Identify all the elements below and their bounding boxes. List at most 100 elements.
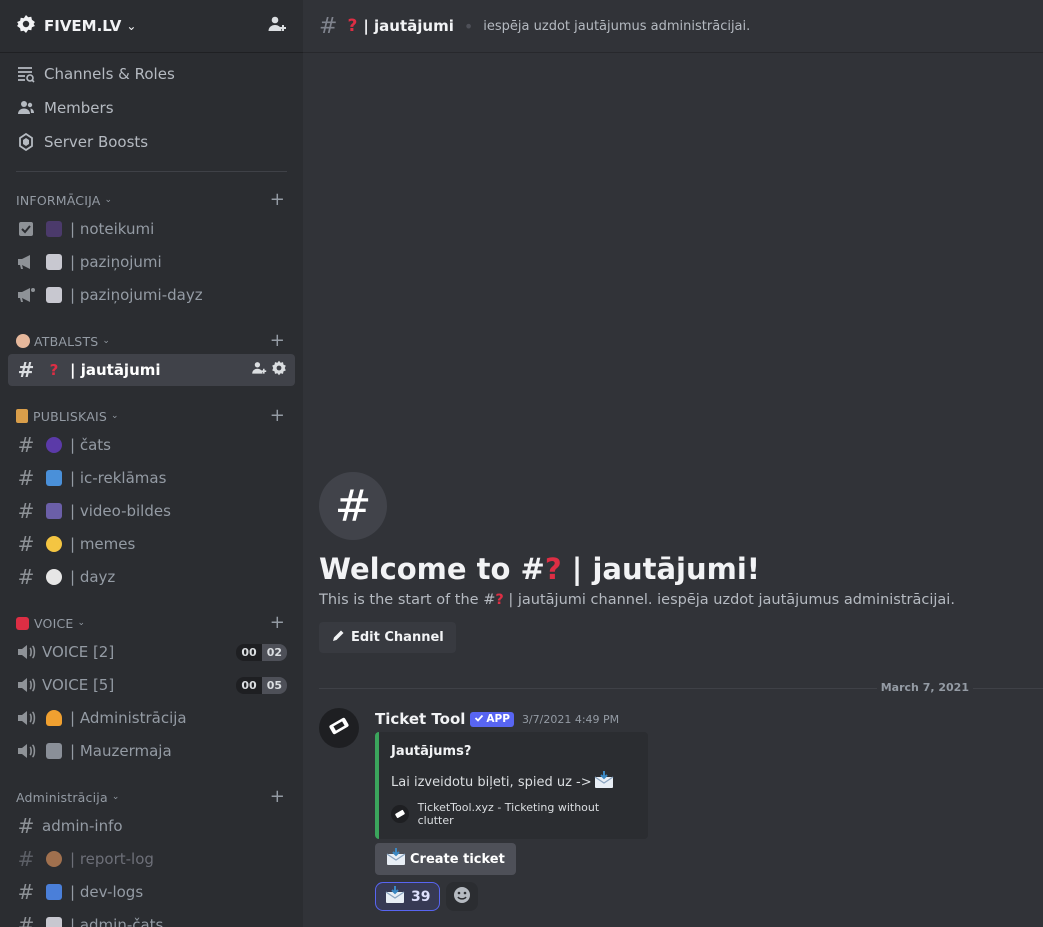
category-label: ATBALSTS xyxy=(34,333,99,349)
channel-report-log[interactable]: # | report-log xyxy=(8,843,295,875)
category-label: PUBLISKAIS xyxy=(33,408,107,424)
voice-channel-voice-5[interactable]: VOICE [5] 00 05 xyxy=(8,669,295,701)
check-icon xyxy=(474,713,484,726)
speaker-icon xyxy=(16,642,36,662)
category-publiskais[interactable]: PUBLISKAIS ⌄ + xyxy=(0,404,303,428)
sidebar-divider xyxy=(16,171,287,172)
welcome-title-prefix: Welcome to # xyxy=(319,552,545,586)
channel-admin-info[interactable]: # admin-info xyxy=(8,810,295,842)
voice-channel-administracija[interactable]: | Administrācija xyxy=(8,702,295,734)
gear-icon[interactable] xyxy=(271,360,287,380)
hash-channel-icon: # xyxy=(319,472,387,540)
reaction-envelope[interactable]: 39 xyxy=(375,882,441,911)
scroll-emoji-icon xyxy=(16,409,28,423)
nav-channels-roles[interactable]: Channels & Roles xyxy=(0,57,303,91)
boost-icon xyxy=(16,132,36,152)
create-channel-icon[interactable]: + xyxy=(270,407,285,425)
channel-dev-logs[interactable]: # | dev-logs xyxy=(8,876,295,908)
scroll-emoji-icon xyxy=(46,254,62,270)
create-channel-icon[interactable]: + xyxy=(270,788,285,806)
speaker-icon xyxy=(16,675,36,695)
channel-noteikumi[interactable]: | noteikumi xyxy=(8,213,295,245)
hash-channel-icon: # xyxy=(17,358,35,382)
category-label: INFORMĀCIJA xyxy=(16,192,101,208)
channel-ic-reklamas[interactable]: # | ic-reklāmas xyxy=(8,462,295,494)
category-label: Administrācija xyxy=(16,789,108,805)
avatar[interactable] xyxy=(319,708,359,748)
channel-name: admin-info xyxy=(42,817,123,835)
nav-server-boosts[interactable]: Server Boosts xyxy=(0,125,303,159)
message-author[interactable]: Ticket Tool xyxy=(375,710,465,728)
channel-name: VOICE [2] xyxy=(42,643,115,661)
message: Ticket Tool APP 3/7/2021 4:49 PM Jautāju… xyxy=(319,708,1039,911)
voice-channel-voice-2[interactable]: VOICE [2] 00 02 xyxy=(8,636,295,668)
message-embed: Jautājums? Lai izveidotu biļeti, spied u… xyxy=(375,732,648,839)
hash-channel-icon: # xyxy=(17,433,35,457)
invite-people-icon[interactable] xyxy=(251,360,267,380)
voice-count-current: 00 xyxy=(236,643,262,661)
embed-footer-text: TicketTool.xyz - Ticketing without clutt… xyxy=(417,801,600,827)
channel-name: | video-bildes xyxy=(70,502,171,520)
channel-welcome: # Welcome to #? | jautājumi! This is the… xyxy=(319,472,1039,653)
server-header[interactable]: FIVEM.LV ⌄ xyxy=(0,0,303,53)
voice-channel-mauzermaja[interactable]: | Mauzermaja xyxy=(8,735,295,767)
hash-channel-icon: # xyxy=(17,814,35,838)
channel-name: | dev-logs xyxy=(70,883,144,901)
create-channel-icon[interactable]: + xyxy=(270,332,285,350)
hash-channel-icon: # xyxy=(17,532,35,556)
channel-name: | dayz xyxy=(70,568,116,586)
worker-emoji-icon xyxy=(46,710,62,726)
question-emoji-icon: ? xyxy=(495,592,504,608)
hash-channel-icon: # xyxy=(17,466,35,490)
hash-channel-icon: # xyxy=(17,880,35,904)
channel-video-bildes[interactable]: # | video-bildes xyxy=(8,495,295,527)
server-icon xyxy=(16,14,36,38)
channel-jautajumi[interactable]: # ? | jautājumi xyxy=(8,354,295,386)
create-channel-icon[interactable]: + xyxy=(270,614,285,632)
edit-channel-button[interactable]: Edit Channel xyxy=(319,622,456,653)
incoming-envelope-icon xyxy=(594,771,614,793)
incoming-envelope-icon xyxy=(386,848,406,870)
welcome-description: This is the start of the #? | jautājumi … xyxy=(319,592,1039,608)
nav-members[interactable]: Members xyxy=(0,91,303,125)
incoming-envelope-icon xyxy=(385,885,405,908)
house-emoji-icon xyxy=(46,743,62,759)
channel-pazinojumi-dayz[interactable]: | paziņojumi-dayz xyxy=(8,279,295,311)
create-channel-icon[interactable]: + xyxy=(270,191,285,209)
speech-emoji-icon xyxy=(46,437,62,453)
add-reaction-button[interactable] xyxy=(446,882,479,911)
channel-name: | ic-reklāmas xyxy=(70,469,167,487)
category-atbalsts[interactable]: ATBALSTS ⌄ + xyxy=(0,329,303,353)
hash-channel-icon: # xyxy=(17,913,35,927)
nav-label: Server Boosts xyxy=(44,133,149,151)
channel-cats[interactable]: # | čats xyxy=(8,429,295,461)
channel-dayz[interactable]: # | dayz xyxy=(8,561,295,593)
welcome-desc-prefix: This is the start of the # xyxy=(319,592,496,608)
channel-title: | jautājumi xyxy=(363,17,454,35)
question-emoji-icon: ? xyxy=(347,16,358,36)
invite-people-icon[interactable] xyxy=(267,14,287,38)
create-ticket-button[interactable]: Create ticket xyxy=(375,843,516,875)
category-voice[interactable]: VOICE ⌄ + xyxy=(0,611,303,635)
channel-memes[interactable]: # | memes xyxy=(8,528,295,560)
hand-emoji-icon xyxy=(46,851,62,867)
server-name: FIVEM.LV xyxy=(44,17,122,35)
message-timestamp: 3/7/2021 4:49 PM xyxy=(521,712,620,726)
channel-name: | noteikumi xyxy=(70,220,155,238)
voice-user-count: 00 02 xyxy=(236,643,287,661)
channel-topic[interactable]: iespēja uzdot jautājumus administrācijai… xyxy=(483,19,750,34)
channel-admin-cats[interactable]: # | admin-čats xyxy=(8,909,295,927)
channel-name: | Administrācija xyxy=(70,709,187,727)
channel-name: | Mauzermaja xyxy=(70,742,172,760)
smiley-icon xyxy=(453,886,471,908)
welcome-desc-suffix: | jautājumi channel. iespēja uzdot jautā… xyxy=(503,592,955,608)
channel-name: | jautājumi xyxy=(70,361,161,379)
category-informacija[interactable]: INFORMĀCIJA ⌄ + xyxy=(0,188,303,212)
app-badge: APP xyxy=(470,711,514,727)
category-administracija[interactable]: Administrācija ⌄ + xyxy=(0,785,303,809)
embed-description: Lai izveidotu biļeti, spied uz -> xyxy=(391,771,634,793)
embed-title: Jautājums? xyxy=(391,744,472,759)
voice-count-current: 00 xyxy=(236,676,262,694)
channel-pazinojumi[interactable]: | paziņojumi xyxy=(8,246,295,278)
nav-label: Channels & Roles xyxy=(44,65,175,83)
